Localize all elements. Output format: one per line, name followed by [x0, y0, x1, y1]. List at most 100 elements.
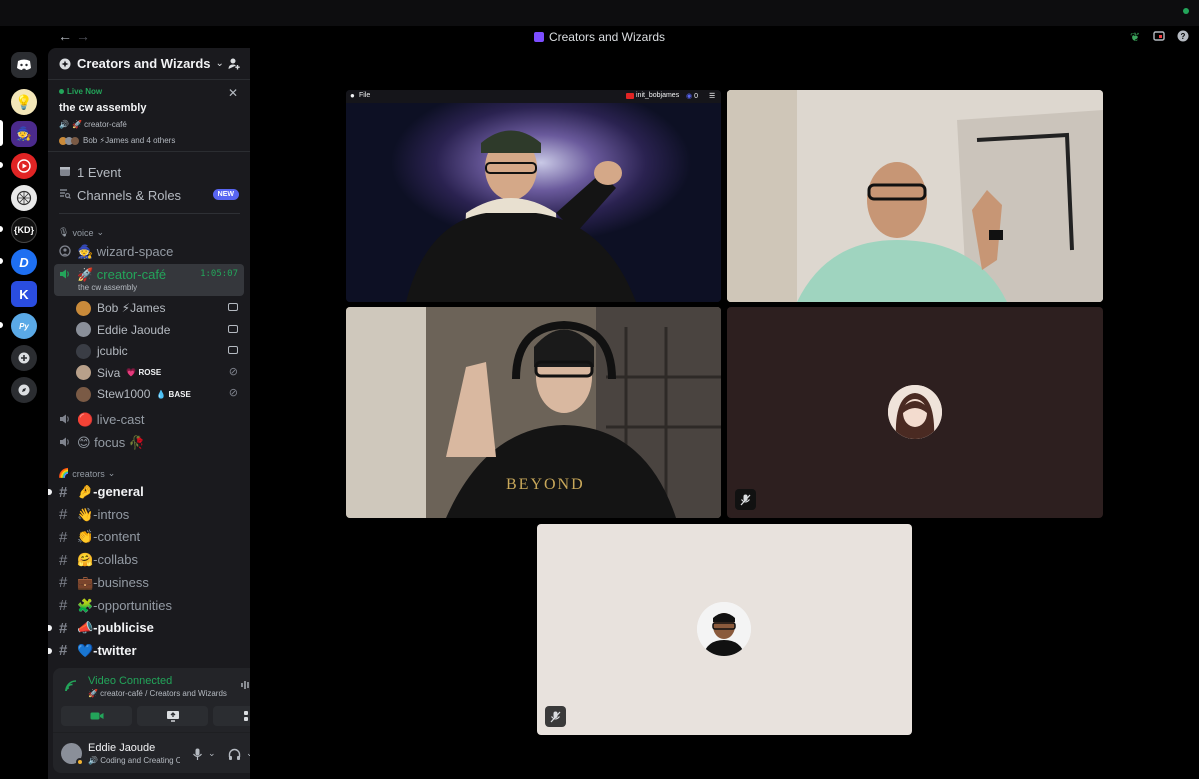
- divider: [59, 213, 240, 214]
- channel-label: 📣-publicise: [77, 620, 154, 636]
- text-channel[interactable]: # 👏-content: [54, 526, 244, 548]
- top-strip: [0, 0, 1199, 26]
- add-server-icon[interactable]: [11, 345, 37, 371]
- video-tile-avatar[interactable]: [727, 307, 1103, 518]
- channel-label: 🧙 wizard-space: [77, 244, 174, 259]
- server-rail: 💡 🧙 {KD} D K Py: [0, 48, 48, 779]
- stream-user: init_bobjames: [636, 92, 680, 99]
- title-bar: ← → Creators and Wizards ❦ ?: [0, 0, 1199, 48]
- channel-label: 👋-intros: [77, 506, 130, 522]
- status-dot: [1183, 8, 1189, 14]
- camera-button[interactable]: [61, 706, 132, 726]
- user-status[interactable]: 🔊 Coding and Creating C: [88, 756, 180, 765]
- help-icon[interactable]: ?: [1176, 30, 1190, 44]
- active-server-indicator: [0, 120, 3, 146]
- live-event-title: the cw assembly: [59, 102, 147, 114]
- rainbow-icon: 🌈: [58, 468, 70, 478]
- text-channel[interactable]: # 🤌-general: [48, 481, 244, 503]
- server-k-icon[interactable]: K: [11, 281, 37, 307]
- status-idle-icon: [76, 758, 84, 766]
- user-status-text: Coding and Creating C: [100, 756, 180, 765]
- text-channel[interactable]: # 🧩-opportunities: [54, 595, 244, 617]
- chevron-down-icon: ⌄: [107, 468, 116, 478]
- svg-text:BEYOND: BEYOND: [506, 476, 585, 493]
- channels-roles-shortcut[interactable]: Channels & Roles NEW: [54, 184, 244, 206]
- live-now-card[interactable]: Live Now ✕ the cw assembly 🔊 🚀 creator-c…: [48, 80, 250, 152]
- server-script-icon[interactable]: Py: [11, 313, 37, 339]
- server-creators-wizards-icon[interactable]: 🧙: [11, 121, 37, 147]
- invite-people-icon[interactable]: [227, 57, 240, 73]
- channels-search-icon: [59, 188, 77, 203]
- discover-compass-icon[interactable]: [11, 377, 37, 403]
- video-tile-stream[interactable]: ● File init_bobjames ◉ 0 ☰: [346, 90, 721, 302]
- server-name: Creators and Wizards: [77, 56, 211, 71]
- voice-user[interactable]: Bob ⚡James: [76, 297, 244, 319]
- speaker-icon: [59, 267, 77, 284]
- microphone-icon[interactable]: [192, 748, 203, 764]
- server-kd-icon[interactable]: {KD}: [11, 217, 37, 243]
- screen-share-button[interactable]: [137, 706, 208, 726]
- voice-user[interactable]: Eddie Jaoude: [76, 319, 244, 341]
- channel-creator-cafe[interactable]: 🚀 creator-café 1:05:07 the cw assembly: [54, 264, 244, 296]
- stage-icon: [59, 244, 77, 261]
- muted-mic-icon: ⊘: [228, 365, 238, 378]
- unread-indicator: [48, 625, 52, 632]
- channel-status: the cw assembly: [78, 283, 138, 292]
- avatar: [76, 365, 91, 380]
- channel-live-cast[interactable]: 🔴 live-cast: [54, 409, 244, 431]
- apple-icon: ●: [350, 91, 355, 100]
- events-label: 1 Event: [77, 164, 122, 180]
- server-bulb-icon[interactable]: 💡: [11, 89, 37, 115]
- stream-video-frame: [346, 103, 721, 302]
- chevron-down-icon[interactable]: ⌄: [208, 748, 216, 759]
- close-icon[interactable]: ✕: [228, 86, 238, 100]
- stream-menu-bar: ● File init_bobjames ◉ 0 ☰: [346, 90, 721, 103]
- server-header[interactable]: Creators and Wizards ⌄: [48, 48, 250, 80]
- channel-label: 💙-twitter: [77, 642, 137, 658]
- unread-indicator: [0, 162, 3, 168]
- microphone-icon: 🎙: [58, 227, 70, 237]
- avatar: [76, 386, 91, 402]
- channel-label: 🧩-opportunities: [77, 597, 172, 613]
- server-d-icon[interactable]: D: [11, 249, 37, 275]
- inbox-icon[interactable]: [1152, 30, 1166, 44]
- voice-user-name: Bob ⚡James: [97, 301, 166, 315]
- nitro-leaf-icon[interactable]: ❦: [1128, 30, 1142, 44]
- user-avatar[interactable]: [61, 743, 84, 766]
- server-youtube-icon[interactable]: [11, 153, 37, 179]
- user-tag-badge: 💗 ROSE: [126, 368, 162, 377]
- video-tile-participant[interactable]: [727, 90, 1103, 302]
- user-tag-badge: 💧 BASE: [156, 389, 191, 399]
- text-channel[interactable]: # 📣-publicise: [48, 617, 244, 639]
- voice-user[interactable]: Stew1000 💧 BASE ⊘: [76, 383, 244, 405]
- viewer-count: ◉ 0: [686, 92, 698, 100]
- category-creators[interactable]: 🌈 creators ⌄: [58, 468, 115, 479]
- voice-user[interactable]: Siva 💗 ROSE ⊘: [76, 362, 244, 384]
- speaker-icon: 🔊: [88, 756, 98, 765]
- connection-location[interactable]: 🚀 creator-café / Creators and Wizards: [88, 689, 227, 698]
- channel-wizard-space[interactable]: 🧙 wizard-space: [54, 241, 244, 263]
- channel-focus[interactable]: 😊 focus 🥀: [54, 432, 244, 454]
- window-title-text: Creators and Wizards: [548, 30, 666, 44]
- events-shortcut[interactable]: 1 Event: [54, 161, 244, 183]
- hashtag-icon: #: [59, 597, 68, 614]
- text-channel[interactable]: # 💼-business: [54, 572, 244, 594]
- video-stage: ● File init_bobjames ◉ 0 ☰ BEYOND: [250, 48, 1199, 779]
- text-channel[interactable]: # 💙-twitter: [48, 640, 244, 662]
- video-tile-avatar[interactable]: [537, 524, 912, 735]
- voice-user[interactable]: jcubic: [76, 340, 244, 362]
- server-brain-icon[interactable]: [11, 185, 37, 211]
- voice-user-name: Eddie Jaoude: [97, 322, 171, 337]
- text-channel[interactable]: # 👋-intros: [54, 504, 244, 526]
- category-voice[interactable]: 🎙 voice ⌄: [58, 227, 104, 238]
- hashtag-icon: #: [59, 506, 68, 524]
- connection-status[interactable]: Video Connected: [88, 675, 172, 687]
- speaker-icon: 🔊: [59, 120, 69, 129]
- headphones-icon[interactable]: [228, 748, 241, 764]
- user-name[interactable]: Eddie Jaoude: [88, 742, 155, 754]
- video-camera-icon: [228, 346, 238, 354]
- direct-messages-discord-icon[interactable]: [11, 52, 37, 78]
- text-channel[interactable]: # 🤗-collabs: [54, 549, 244, 571]
- video-tile-participant[interactable]: BEYOND: [346, 307, 721, 518]
- connection-signal-icon: [64, 679, 78, 696]
